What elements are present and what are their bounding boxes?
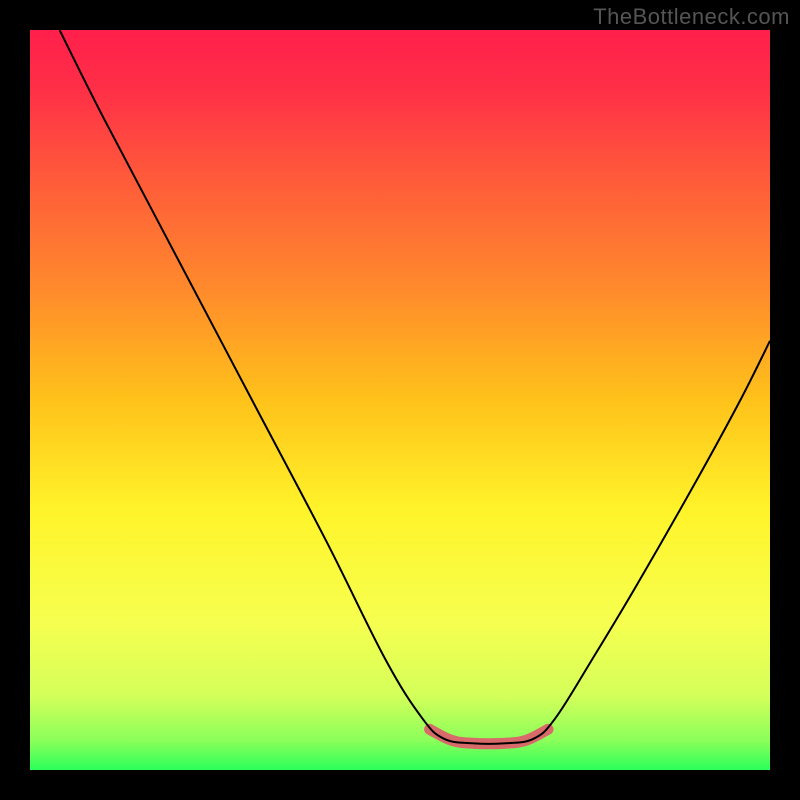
watermark-label: TheBottleneck.com: [593, 4, 790, 30]
plot-area: [30, 30, 770, 770]
chart-svg: [30, 30, 770, 770]
chart-frame: TheBottleneck.com: [0, 0, 800, 800]
gradient-background: [30, 30, 770, 770]
